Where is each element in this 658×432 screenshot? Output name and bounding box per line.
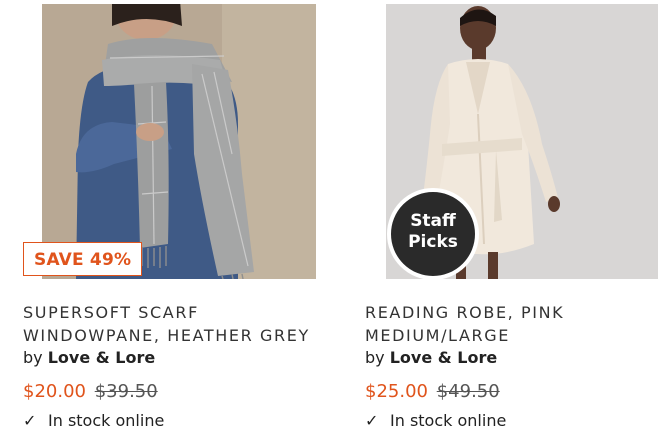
product-image-scarf[interactable] [42,4,316,279]
product-title[interactable]: READING ROBE, PINK MEDIUM/LARGE [365,301,658,347]
product-brand: by Love & Lore [365,348,497,367]
checkmark-icon: ✓ [23,411,37,430]
staff-picks-line-2: Picks [408,232,458,252]
sale-price: $20.00 [23,381,86,402]
staff-picks-badge: Staff Picks [387,188,479,279]
product-price: $20.00 $39.50 [23,381,158,402]
stock-status: ✓ In stock online [365,411,506,430]
stock-text: In stock online [48,411,165,430]
stock-text: In stock online [390,411,507,430]
checkmark-icon: ✓ [365,411,379,430]
save-percent-badge: SAVE 49% [23,242,143,276]
scarf-photo [42,4,316,279]
product-title-line-1[interactable]: READING ROBE, PINK [365,301,658,324]
product-grid: SAVE 49% SUPERSOFT SCARF WINDOWPANE, HEA… [0,0,658,432]
brand-prefix: by [23,348,43,367]
original-price: $49.50 [436,381,500,402]
product-title[interactable]: SUPERSOFT SCARF WINDOWPANE, HEATHER GREY [23,301,323,347]
product-brand: by Love & Lore [23,348,155,367]
staff-picks-line-1: Staff [410,211,456,231]
product-image-robe[interactable]: Staff Picks [386,4,658,279]
brand-prefix: by [365,348,385,367]
brand-link[interactable]: Love & Lore [48,348,156,367]
product-price: $25.00 $49.50 [365,381,500,402]
brand-link[interactable]: Love & Lore [390,348,498,367]
stock-status: ✓ In stock online [23,411,164,430]
product-title-line-1[interactable]: SUPERSOFT SCARF [23,301,323,324]
original-price: $39.50 [94,381,158,402]
product-title-line-2[interactable]: MEDIUM/LARGE [365,324,658,347]
product-title-line-2[interactable]: WINDOWPANE, HEATHER GREY [23,324,323,347]
sale-price: $25.00 [365,381,428,402]
